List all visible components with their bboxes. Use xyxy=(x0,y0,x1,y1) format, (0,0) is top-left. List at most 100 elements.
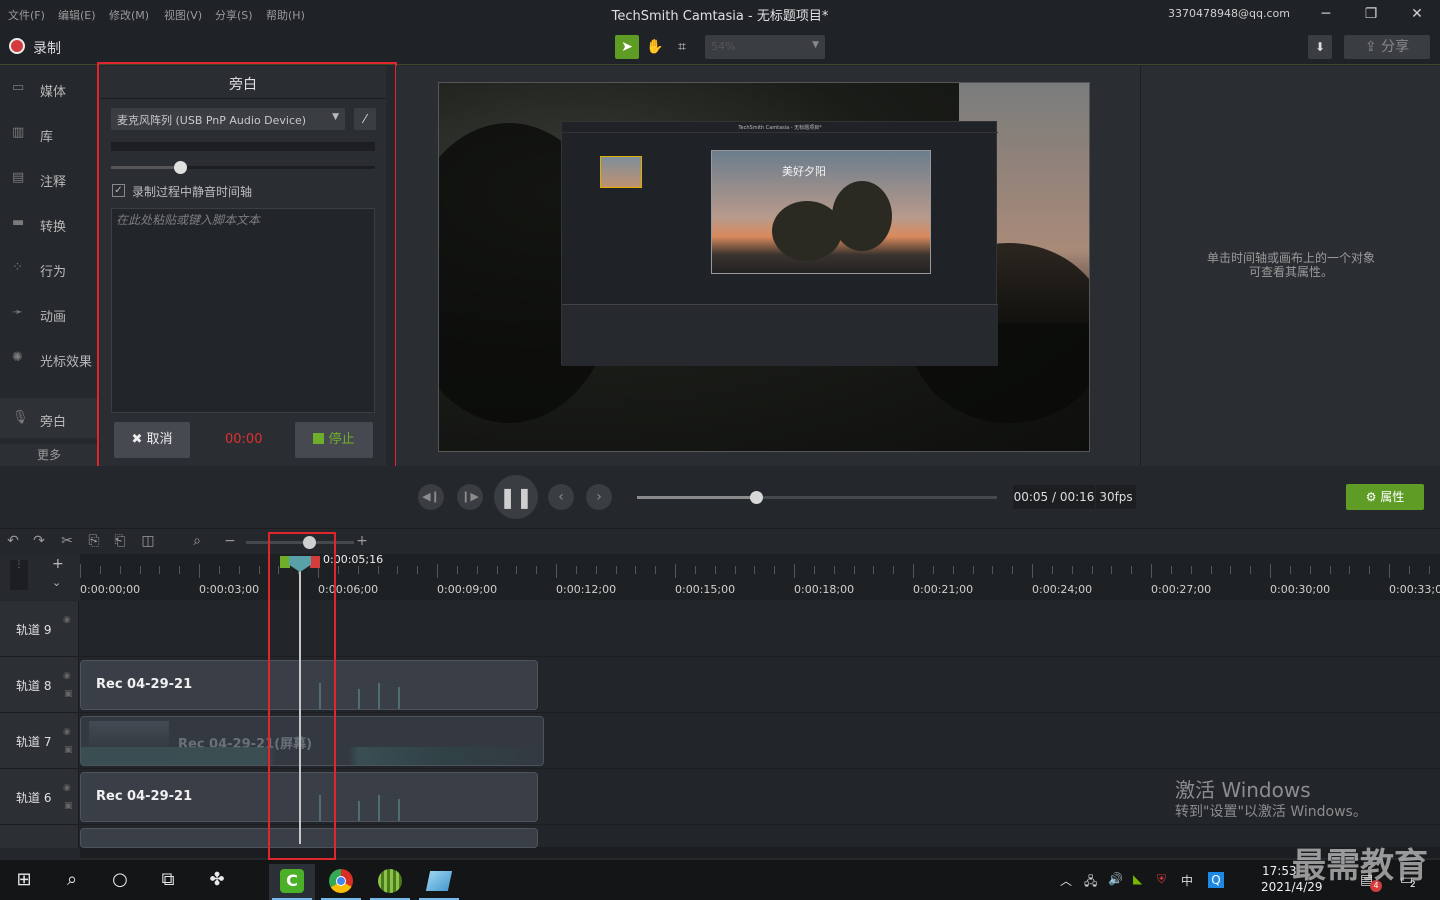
cortana-icon[interactable]: ○ xyxy=(100,866,140,894)
sidebar-item-library[interactable]: ▥ 库 xyxy=(0,113,98,153)
paste-icon[interactable]: ⎗ xyxy=(111,533,129,549)
undo-icon[interactable]: ↶ xyxy=(4,533,22,549)
audio-clip[interactable] xyxy=(80,828,538,848)
pause-icon[interactable]: ❚❚ xyxy=(494,475,538,519)
playback-scrubber[interactable] xyxy=(637,491,997,504)
download-icon[interactable]: ⬇ xyxy=(1308,35,1332,59)
timeline-horizontal-scrollbar[interactable] xyxy=(80,848,1440,858)
sidebar-item-narration[interactable]: 🎙 旁白 xyxy=(0,398,98,438)
timeline-zoom-handle[interactable] xyxy=(302,536,316,549)
track-row[interactable]: 轨道 7 ◉ ▣ Rec 04-29-21(屏幕) xyxy=(0,713,1440,769)
sidebar-item-annotations[interactable]: ▤ 注释 xyxy=(0,158,98,198)
media-icon: ▭ xyxy=(12,80,25,95)
ruler-tick xyxy=(575,566,577,574)
restore-button[interactable]: ❐ xyxy=(1357,4,1385,24)
script-textarea[interactable]: 在此处粘贴或键入脚本文本 xyxy=(111,208,375,413)
track-label: 轨道 8 xyxy=(16,679,52,693)
lock-icon[interactable]: ▣ xyxy=(64,801,73,811)
playhead-line[interactable] xyxy=(299,556,301,844)
next-icon[interactable]: › xyxy=(586,484,612,510)
minimize-button[interactable]: ─ xyxy=(1312,4,1340,24)
zoom-in-icon[interactable]: + xyxy=(353,533,371,549)
close-button[interactable]: ✕ xyxy=(1403,4,1431,24)
playback-controls: ◀❙ ❙▶ ❚❚ ‹ › 00:05 / 00:16 30fps ⚙ 属性 xyxy=(0,466,1440,528)
task-view-icon[interactable]: ⧉ xyxy=(148,866,188,894)
share-button[interactable]: ⇪ 分享 xyxy=(1344,35,1430,59)
qq-icon[interactable]: Q xyxy=(1208,872,1224,888)
redo-icon[interactable]: ↷ xyxy=(30,533,48,549)
ruler-tick-label: 0:00:06;00 xyxy=(318,583,379,596)
magnet-icon[interactable]: ⋮ xyxy=(10,560,28,590)
more-button[interactable]: 更多 xyxy=(0,444,98,466)
lock-icon[interactable]: ▣ xyxy=(64,689,73,699)
sidebar-item-cursor-effects[interactable]: ✺ 光标效果 xyxy=(0,338,98,378)
screen-clip[interactable]: Rec 04-29-21(屏幕) xyxy=(80,716,544,766)
record-icon[interactable] xyxy=(9,38,25,54)
account-email[interactable]: 3370478948@qq.com xyxy=(1168,7,1290,20)
previous-icon[interactable]: ‹ xyxy=(548,484,574,510)
chrome-taskbar-button[interactable] xyxy=(318,864,364,900)
eye-icon[interactable]: ◉ xyxy=(63,727,71,737)
pan-tool-icon[interactable]: ✋ xyxy=(643,35,667,59)
audio-clip[interactable]: Rec 04-29-21 xyxy=(80,660,538,710)
step-back-icon[interactable]: ◀❙ xyxy=(418,484,444,510)
timeline-zoom-slider[interactable] xyxy=(246,536,354,549)
microphone-select[interactable]: 麦克风阵列 (USB PnP Audio Device) ▼ xyxy=(111,108,345,130)
camtasia-taskbar-button[interactable]: C xyxy=(269,864,315,900)
nvidia-icon[interactable]: ◣ xyxy=(1133,872,1142,886)
audio-clip[interactable]: Rec 04-29-21 xyxy=(80,772,538,822)
stop-button[interactable]: 停止 xyxy=(295,422,373,458)
zoom-select[interactable]: 54% ▼ xyxy=(705,35,825,59)
ruler-tick-label: 0:00:21;00 xyxy=(913,583,974,596)
sidebar-item-animations[interactable]: ➛ 动画 xyxy=(0,293,98,333)
volume-slider[interactable] xyxy=(111,161,375,174)
sidebar-item-media[interactable]: ▭ 媒体 xyxy=(0,68,98,108)
nested-timeline xyxy=(562,304,998,366)
ruler-tick xyxy=(952,566,954,574)
pinwheel-app-icon[interactable]: ✤ xyxy=(197,866,237,894)
eye-icon[interactable]: ◉ xyxy=(63,783,71,793)
volume-icon[interactable]: 🔊 xyxy=(1108,872,1123,886)
chevron-up-icon[interactable]: ︿ xyxy=(1060,872,1072,889)
select-tool-icon[interactable]: ➤ xyxy=(615,35,639,59)
sidebar-item-behaviors[interactable]: ⁘ 行为 xyxy=(0,248,98,288)
zoom-fit-icon[interactable]: ⌕ xyxy=(188,533,206,549)
melon-app-taskbar-button[interactable] xyxy=(367,864,413,900)
windows-start-icon[interactable]: ⊞ xyxy=(4,866,44,894)
notes-app-taskbar-button[interactable] xyxy=(416,864,462,900)
cancel-button[interactable]: ✖ 取消 xyxy=(114,422,190,458)
chrome-icon xyxy=(329,869,353,893)
canvas-preview[interactable]: TechSmith Camtasia - 无标题项目* 美好夕阳 xyxy=(438,82,1090,452)
search-icon[interactable]: ⌕ xyxy=(52,866,92,894)
lock-icon[interactable]: ▣ xyxy=(64,745,73,755)
ruler-tick xyxy=(417,566,419,574)
ime-indicator[interactable]: 中 xyxy=(1181,872,1193,889)
zoom-out-icon[interactable]: − xyxy=(221,533,239,549)
volume-slider-handle[interactable] xyxy=(173,161,187,174)
network-icon[interactable]: 🖧 xyxy=(1084,872,1097,893)
magic-wand-icon[interactable]: ⁄ xyxy=(354,108,376,130)
ruler-tick xyxy=(1289,566,1291,574)
scrubber-handle[interactable] xyxy=(749,491,763,504)
eye-icon[interactable]: ◉ xyxy=(63,671,71,681)
track-row[interactable] xyxy=(0,825,1440,848)
nested-caption: 美好夕阳 xyxy=(782,165,826,178)
track-row[interactable]: 轨道 8 ◉ ▣ Rec 04-29-21 xyxy=(0,657,1440,713)
track-row[interactable]: 轨道 9 ◉ xyxy=(0,601,1440,657)
sidebar-item-transitions[interactable]: ▬ 转换 xyxy=(0,203,98,243)
security-shield-icon[interactable]: ⛨ xyxy=(1157,872,1166,887)
ruler-tick xyxy=(615,566,617,574)
add-track-icon[interactable]: + xyxy=(52,556,64,572)
crop-tool-icon[interactable]: ⌗ xyxy=(670,35,694,59)
fps-display[interactable]: 30fps xyxy=(1096,485,1136,509)
chevron-down-icon[interactable]: ⌄ xyxy=(52,576,61,589)
mute-timeline-checkbox[interactable]: ✓ xyxy=(112,184,125,197)
step-forward-icon[interactable]: ❙▶ xyxy=(457,484,483,510)
properties-button[interactable]: ⚙ 属性 xyxy=(1346,484,1424,510)
eye-icon[interactable]: ◉ xyxy=(63,615,71,625)
record-button-label[interactable]: 录制 xyxy=(33,38,61,58)
ruler-tick xyxy=(913,564,914,578)
split-icon[interactable]: ◫ xyxy=(139,533,157,549)
cut-icon[interactable]: ✂ xyxy=(58,533,76,549)
copy-icon[interactable]: ⎘ xyxy=(85,533,103,549)
